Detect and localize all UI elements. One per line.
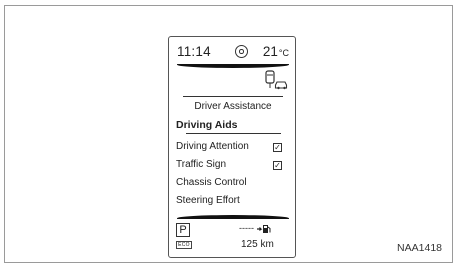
menu-item-driving-aids[interactable]: Driving Aids [176, 119, 237, 131]
menu-item-traffic-sign[interactable]: Traffic Sign [176, 159, 226, 170]
temperature-unit: °C [278, 48, 289, 58]
menu-item-steering-effort[interactable]: Steering Effort [176, 195, 240, 206]
temperature-value: 21 [262, 44, 278, 59]
menu-rule-selected [186, 133, 281, 134]
outside-temperature: 21°C [263, 44, 289, 59]
traffic-sign-checkbox[interactable]: ✓ [273, 161, 282, 170]
menu-item-driving-attention[interactable]: Driving Attention [176, 141, 249, 152]
vehicle-status-icon [235, 45, 248, 58]
clock: 11:14 [177, 44, 211, 59]
bottom-divider-curve [177, 215, 289, 219]
range-readout: 125 km [241, 239, 274, 250]
eco-badge: ECO [176, 241, 192, 249]
gear-indicator: P [176, 223, 190, 237]
driving-attention-checkbox[interactable]: ✓ [273, 143, 282, 152]
driver-assistance-car-icon [265, 70, 288, 90]
menu-item-chassis-control[interactable]: Chassis Control [176, 177, 247, 188]
fuel-pump-icon [256, 224, 271, 233]
menu-rule-top [183, 96, 283, 97]
fuel-gauge: ----- [239, 223, 271, 234]
instrument-display: 11:14 21°C Driver Assistance Driving Aid… [168, 36, 296, 258]
figure-frame: 11:14 21°C Driver Assistance Driving Aid… [4, 5, 453, 263]
menu-title: Driver Assistance [194, 101, 272, 112]
fuel-dashes: ----- [239, 223, 254, 233]
top-divider-curve [177, 64, 289, 68]
figure-code: NAA1418 [397, 242, 442, 254]
